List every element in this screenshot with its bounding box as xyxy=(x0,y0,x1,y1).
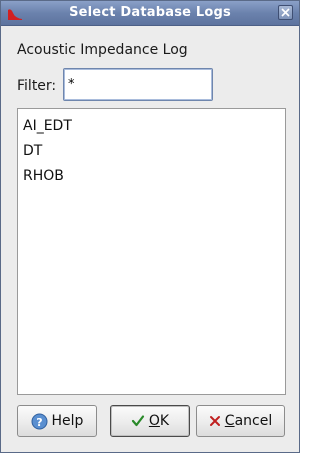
log-list[interactable]: AI_EDT DT RHOB xyxy=(17,108,286,395)
filter-input[interactable] xyxy=(63,68,213,101)
checkmark-icon xyxy=(131,415,144,427)
cancel-mnemonic: C xyxy=(224,413,235,429)
list-item[interactable]: AI_EDT xyxy=(18,114,285,139)
ok-label-rest: K xyxy=(159,413,170,429)
help-icon: ? xyxy=(31,413,48,429)
title-bar[interactable]: Select Database Logs xyxy=(1,1,299,26)
list-item[interactable]: RHOB xyxy=(18,164,285,189)
close-icon xyxy=(281,8,290,17)
log-type-label: Acoustic Impedance Log xyxy=(17,42,188,58)
help-label: Help xyxy=(51,413,84,429)
ok-label: OK xyxy=(149,413,169,429)
close-button[interactable] xyxy=(278,5,293,20)
dialog-window: Select Database Logs Acoustic Impedance … xyxy=(0,0,300,453)
cancel-label: Cancel xyxy=(225,413,272,429)
filter-label: Filter: xyxy=(17,78,57,94)
window-title: Select Database Logs xyxy=(69,5,231,20)
cancel-label-rest: ancel xyxy=(234,413,273,429)
x-icon xyxy=(209,416,220,426)
ok-button[interactable]: OK xyxy=(110,405,190,437)
svg-text:?: ? xyxy=(36,416,42,429)
help-button[interactable]: ? Help xyxy=(17,405,97,437)
cancel-button[interactable]: Cancel xyxy=(196,405,285,437)
list-item[interactable]: DT xyxy=(18,139,285,164)
ok-mnemonic: O xyxy=(148,413,160,429)
